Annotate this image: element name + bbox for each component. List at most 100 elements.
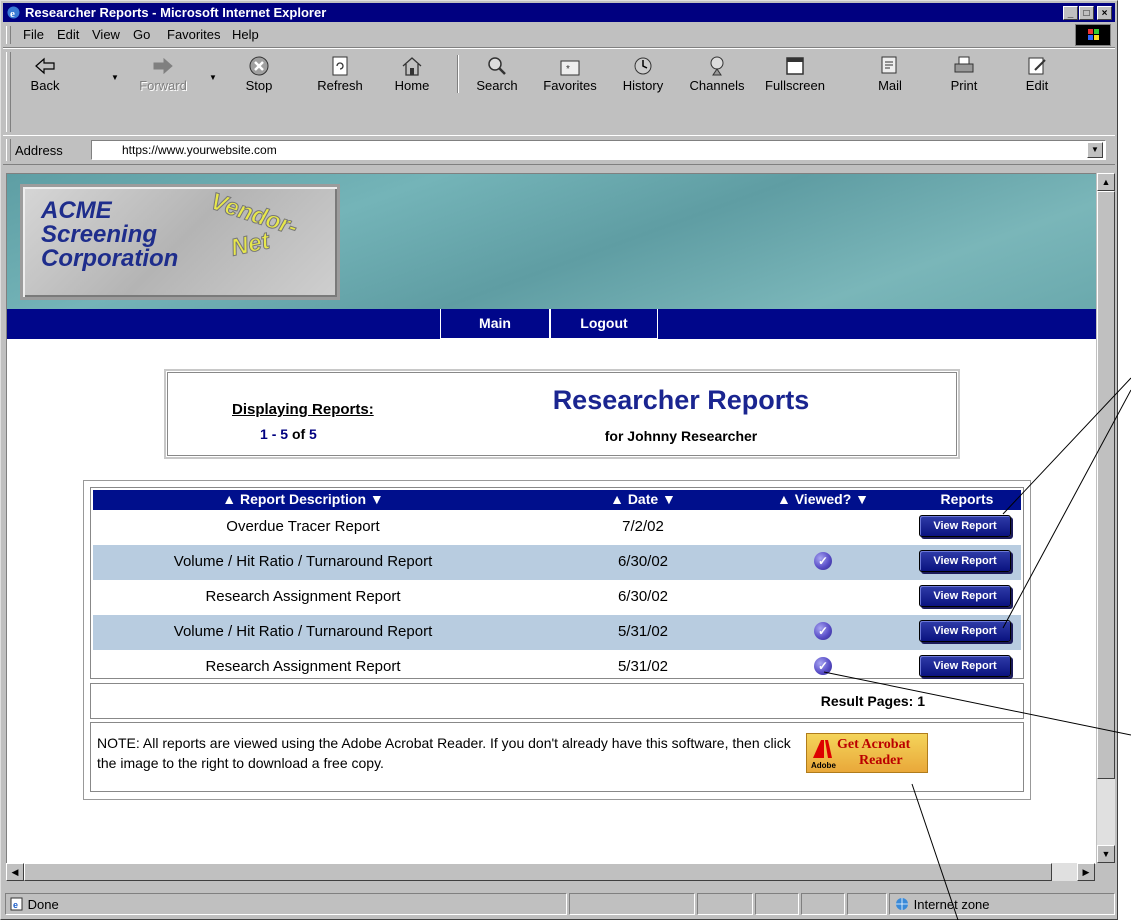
mail-icon	[881, 56, 897, 74]
forward-button[interactable]: Forward	[133, 53, 193, 95]
nav-bar: Main Logout	[7, 309, 1096, 339]
adobe-logo-icon	[813, 740, 832, 758]
reports-table: ▲ Report Description ▼ ▲ Date ▼ ▲ Viewed…	[90, 487, 1024, 679]
menu-edit[interactable]: Edit	[57, 27, 79, 42]
fullscreen-icon	[786, 57, 804, 75]
view-report-button[interactable]: View Report	[919, 515, 1011, 537]
status-cell-3	[697, 893, 753, 915]
svg-text:*: *	[566, 64, 570, 75]
menu-go[interactable]: Go	[133, 27, 150, 42]
refresh-button[interactable]: Refresh	[310, 53, 370, 95]
menu-bar: File Edit View Go Favorites Help	[3, 23, 1115, 48]
stop-button[interactable]: Stop	[229, 53, 289, 95]
col-date-header[interactable]: ▲ Date ▼	[563, 491, 723, 507]
acrobat-note-row: NOTE: All reports are viewed using the A…	[90, 722, 1024, 792]
menu-help[interactable]: Help	[232, 27, 259, 42]
toolbar-separator	[457, 55, 459, 93]
print-label: Print	[950, 78, 978, 93]
acrobat-adobe-text: Adobe	[811, 761, 836, 770]
status-cell-5	[801, 893, 845, 915]
view-report-button[interactable]: View Report	[919, 585, 1011, 607]
stop-label: Stop	[245, 78, 273, 93]
close-button[interactable]: ×	[1097, 6, 1112, 20]
nav-logout-button[interactable]: Logout	[550, 309, 658, 339]
menu-view[interactable]: View	[92, 27, 120, 42]
svg-text:e: e	[13, 900, 18, 910]
report-date: 5/31/02	[617, 658, 669, 675]
fullscreen-label: Fullscreen	[765, 78, 825, 93]
favorites-button[interactable]: * Favorites	[540, 53, 600, 95]
view-report-button[interactable]: View Report	[919, 620, 1011, 642]
refresh-icon	[332, 56, 348, 76]
horizontal-scroll-thumb[interactable]	[24, 863, 1052, 881]
viewed-check-icon: ✓	[814, 622, 832, 640]
address-input[interactable]: https://www.yourwebsite.com ▼	[91, 140, 1106, 160]
menu-file[interactable]: File	[23, 27, 44, 42]
view-report-button[interactable]: View Report	[919, 655, 1011, 677]
status-text-cell: e Done	[5, 893, 567, 915]
acrobat-line2: Reader	[859, 753, 903, 768]
range-of: of	[291, 426, 306, 442]
address-label: Address	[15, 143, 63, 158]
history-label: History	[622, 78, 664, 93]
vertical-scrollbar[interactable]: ▲ ▼	[1097, 173, 1115, 863]
acrobat-note: NOTE: All reports are viewed using the A…	[97, 735, 791, 771]
scroll-up-icon[interactable]: ▲	[1097, 173, 1115, 191]
home-icon	[402, 57, 422, 76]
scroll-down-icon[interactable]: ▼	[1097, 845, 1115, 863]
report-date: 5/31/02	[617, 623, 669, 640]
logo-line-screening: Screening	[41, 221, 158, 248]
address-dropdown-icon[interactable]: ▼	[1087, 142, 1103, 158]
minimize-button[interactable]: _	[1063, 6, 1078, 20]
col-viewed-header[interactable]: ▲ Viewed? ▼	[733, 491, 913, 507]
window-title: Researcher Reports - Microsoft Internet …	[25, 5, 327, 20]
edit-icon	[1028, 57, 1046, 75]
scroll-left-icon[interactable]: ◀	[6, 863, 24, 881]
forward-label: Forward	[139, 78, 187, 93]
history-icon	[634, 57, 652, 75]
channels-button[interactable]: Channels	[687, 53, 747, 95]
svg-text:e: e	[10, 8, 15, 20]
menu-grip[interactable]	[6, 26, 11, 44]
report-description: Volume / Hit Ratio / Turnaround Report	[173, 553, 433, 570]
get-acrobat-reader-button[interactable]: Adobe Get Acrobat Reader	[806, 733, 928, 773]
internet-globe-icon	[896, 898, 908, 910]
back-button[interactable]: Back	[15, 53, 75, 95]
col-reports-header: Reports	[940, 491, 994, 507]
search-button[interactable]: Search	[467, 53, 527, 95]
browser-window: e Researcher Reports - Microsoft Interne…	[0, 0, 1118, 920]
fullscreen-button[interactable]: Fullscreen	[765, 53, 825, 95]
zone-text: Internet zone	[913, 897, 990, 912]
history-button[interactable]: History	[613, 53, 673, 95]
mail-button[interactable]: Mail	[860, 53, 920, 95]
range-total: 5	[309, 426, 317, 442]
back-dropdown-icon[interactable]: ▼	[111, 73, 119, 82]
channels-label: Channels	[689, 78, 745, 93]
nav-main-button[interactable]: Main	[440, 309, 550, 339]
displaying-label: Displaying Reports:	[232, 401, 374, 418]
maximize-button[interactable]: □	[1079, 6, 1094, 20]
report-description: Overdue Tracer Report	[226, 518, 380, 535]
scroll-right-icon[interactable]: ▶	[1077, 863, 1095, 881]
viewed-check-icon: ✓	[814, 657, 832, 675]
acme-logo: ACME Screening Corporation Vendor- Net	[20, 184, 340, 300]
forward-arrow-icon	[153, 57, 173, 75]
print-button[interactable]: Print	[934, 53, 994, 95]
address-grip[interactable]	[6, 139, 11, 161]
horizontal-scrollbar[interactable]: ◀ ▶	[6, 863, 1095, 881]
search-label: Search	[476, 78, 518, 93]
report-header: Displaying Reports: 1 - 5 of 5 Researche…	[164, 369, 960, 459]
edit-button[interactable]: Edit	[1007, 53, 1067, 95]
toolbar: Back ▼ Forward ▼ Stop Refresh Home Searc…	[3, 48, 1115, 136]
report-date: 6/30/02	[617, 553, 669, 570]
forward-dropdown-icon[interactable]: ▼	[209, 73, 217, 82]
report-date: 7/2/02	[622, 518, 664, 535]
home-button[interactable]: Home	[382, 53, 442, 95]
toolbar-grip[interactable]	[6, 52, 11, 132]
col-description-header[interactable]: ▲ Report Description ▼	[93, 491, 513, 507]
vertical-scroll-thumb[interactable]	[1097, 191, 1115, 779]
table-row: Research Assignment Report 6/30/02 View Re…	[93, 580, 1021, 615]
view-report-button[interactable]: View Report	[919, 550, 1011, 572]
menu-favorites[interactable]: Favorites	[167, 27, 220, 42]
viewed-check-icon: ✓	[814, 552, 832, 570]
